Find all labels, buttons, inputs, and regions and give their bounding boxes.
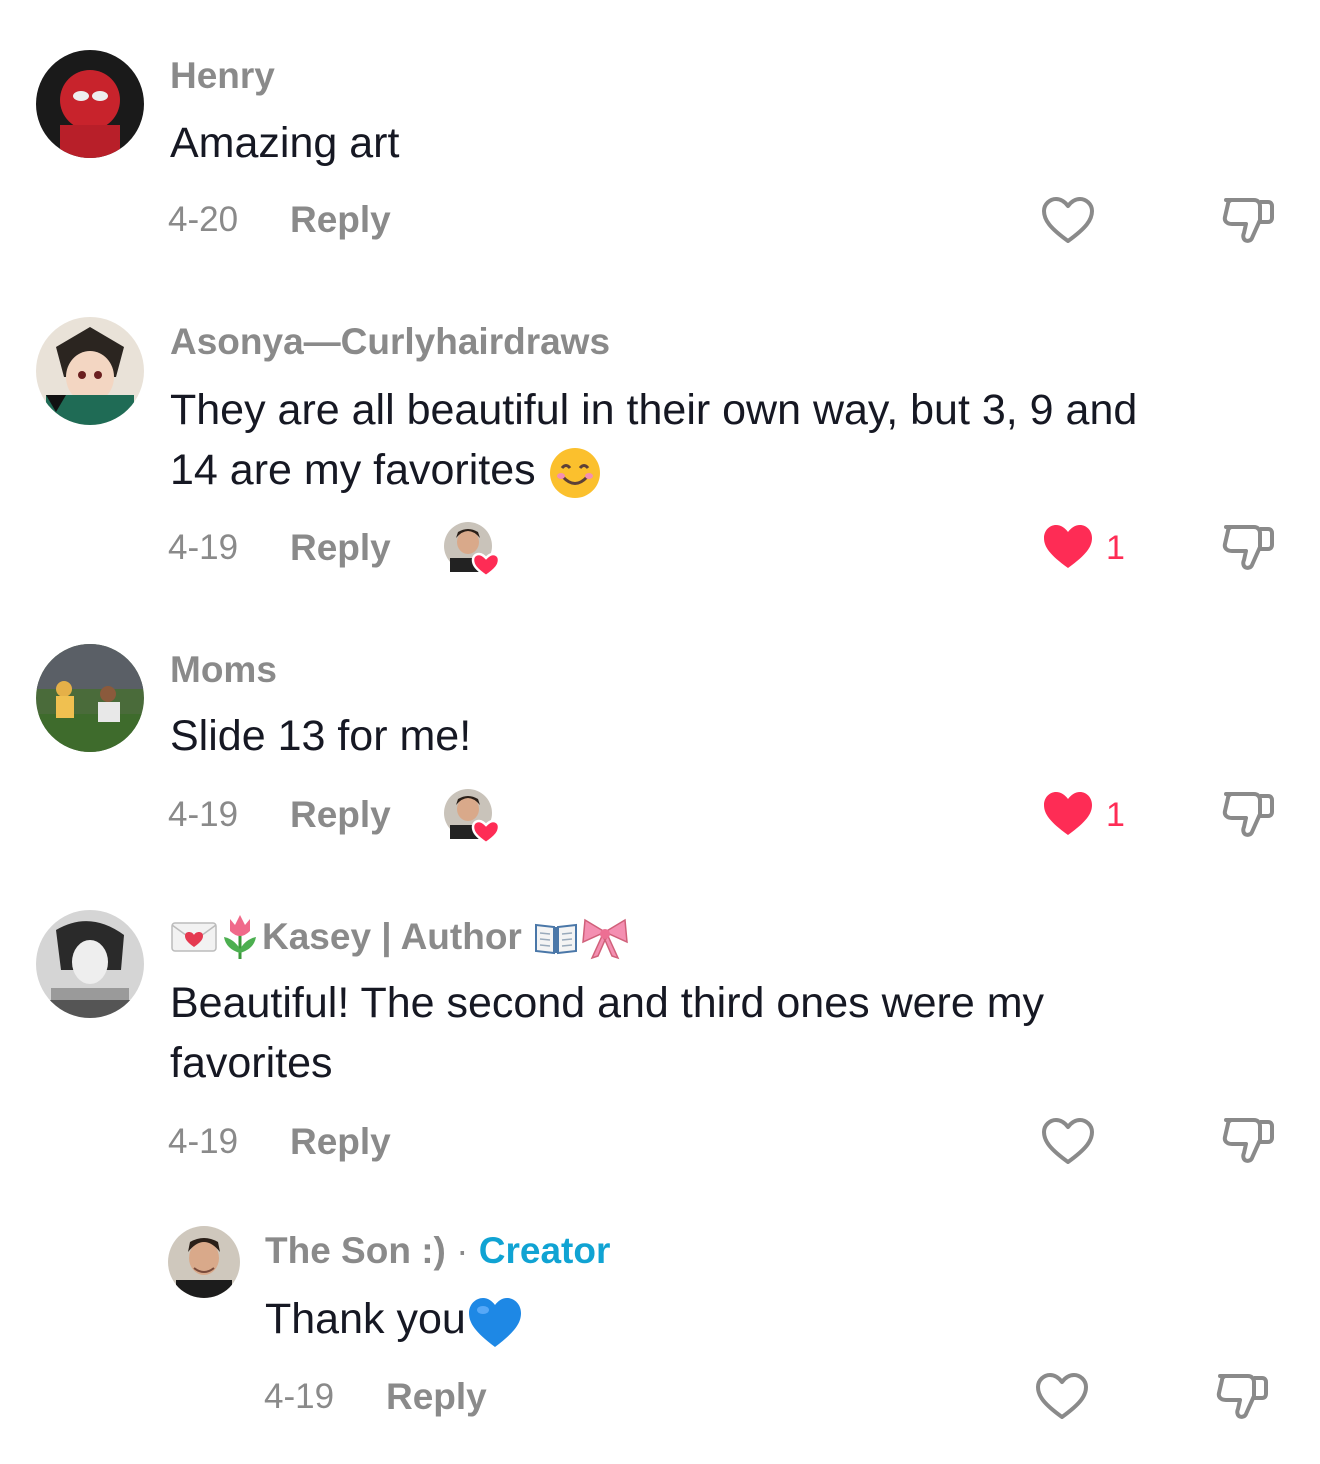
comment-text-content: They are all beautiful in their own way,… <box>170 386 1138 494</box>
reply-button[interactable]: Reply <box>290 528 391 568</box>
dislike-icon[interactable] <box>1218 190 1278 250</box>
heart-outline-icon[interactable] <box>1040 1117 1096 1167</box>
comment-username[interactable]: Asonya—Curlyhairdraws <box>170 320 610 364</box>
heart-outline-icon[interactable] <box>1040 196 1096 246</box>
comment-username[interactable]: Kasey | Author <box>170 913 630 961</box>
comment-date: 4-20 <box>168 200 239 239</box>
reply-button[interactable]: Reply <box>290 200 391 240</box>
creator-badge: Creator <box>478 1230 611 1271</box>
ribbon-icon <box>582 918 628 960</box>
avatar[interactable] <box>168 1226 240 1298</box>
avatar[interactable] <box>36 910 144 1018</box>
creator-liked-icon <box>444 522 501 578</box>
heart-filled-icon[interactable] <box>1040 522 1096 572</box>
comment-username[interactable]: Henry <box>170 54 275 98</box>
reply-text-content: Thank you <box>265 1295 466 1343</box>
reply-text: Thank you <box>265 1289 524 1349</box>
reply-button[interactable]: Reply <box>290 795 391 835</box>
blue-heart-icon <box>468 1297 521 1347</box>
reply-username-text[interactable]: The Son :) <box>265 1230 446 1271</box>
avatar[interactable] <box>36 644 144 752</box>
reply-username[interactable]: The Son :) · Creator <box>265 1229 610 1273</box>
comment-text: Slide 13 for me! <box>170 712 472 760</box>
reply-button[interactable]: Reply <box>386 1377 487 1417</box>
reply-date: 4-19 <box>264 1377 335 1416</box>
dislike-icon[interactable] <box>1218 784 1278 844</box>
comment-username-text[interactable]: Kasey | Author <box>262 916 522 957</box>
reply-button[interactable]: Reply <box>290 1122 391 1162</box>
comment-date: 4-19 <box>168 1122 239 1161</box>
like-count: 1 <box>1106 796 1125 834</box>
open-book-icon <box>535 924 578 955</box>
dislike-icon[interactable] <box>1212 1366 1272 1426</box>
dislike-icon[interactable] <box>1218 517 1278 577</box>
separator-dot: · <box>456 1230 469 1271</box>
heart-outline-icon[interactable] <box>1034 1372 1090 1422</box>
smiling-face-icon <box>549 447 600 498</box>
avatar[interactable] <box>36 317 144 425</box>
comment-text: Amazing art <box>170 119 400 167</box>
dislike-icon[interactable] <box>1218 1110 1278 1170</box>
comment-text: They are all beautiful in their own way,… <box>170 380 1270 500</box>
like-count: 1 <box>1106 529 1125 567</box>
tulip-icon <box>224 915 256 960</box>
comment-date: 4-19 <box>168 795 239 834</box>
comment-date: 4-19 <box>168 528 239 567</box>
heart-filled-icon[interactable] <box>1040 789 1096 839</box>
love-letter-icon <box>171 922 217 952</box>
comment-username[interactable]: Moms <box>170 648 277 692</box>
avatar[interactable] <box>36 50 144 158</box>
comment-text: Beautiful! The second and third ones wer… <box>170 979 1045 1087</box>
creator-liked-icon <box>444 789 501 845</box>
